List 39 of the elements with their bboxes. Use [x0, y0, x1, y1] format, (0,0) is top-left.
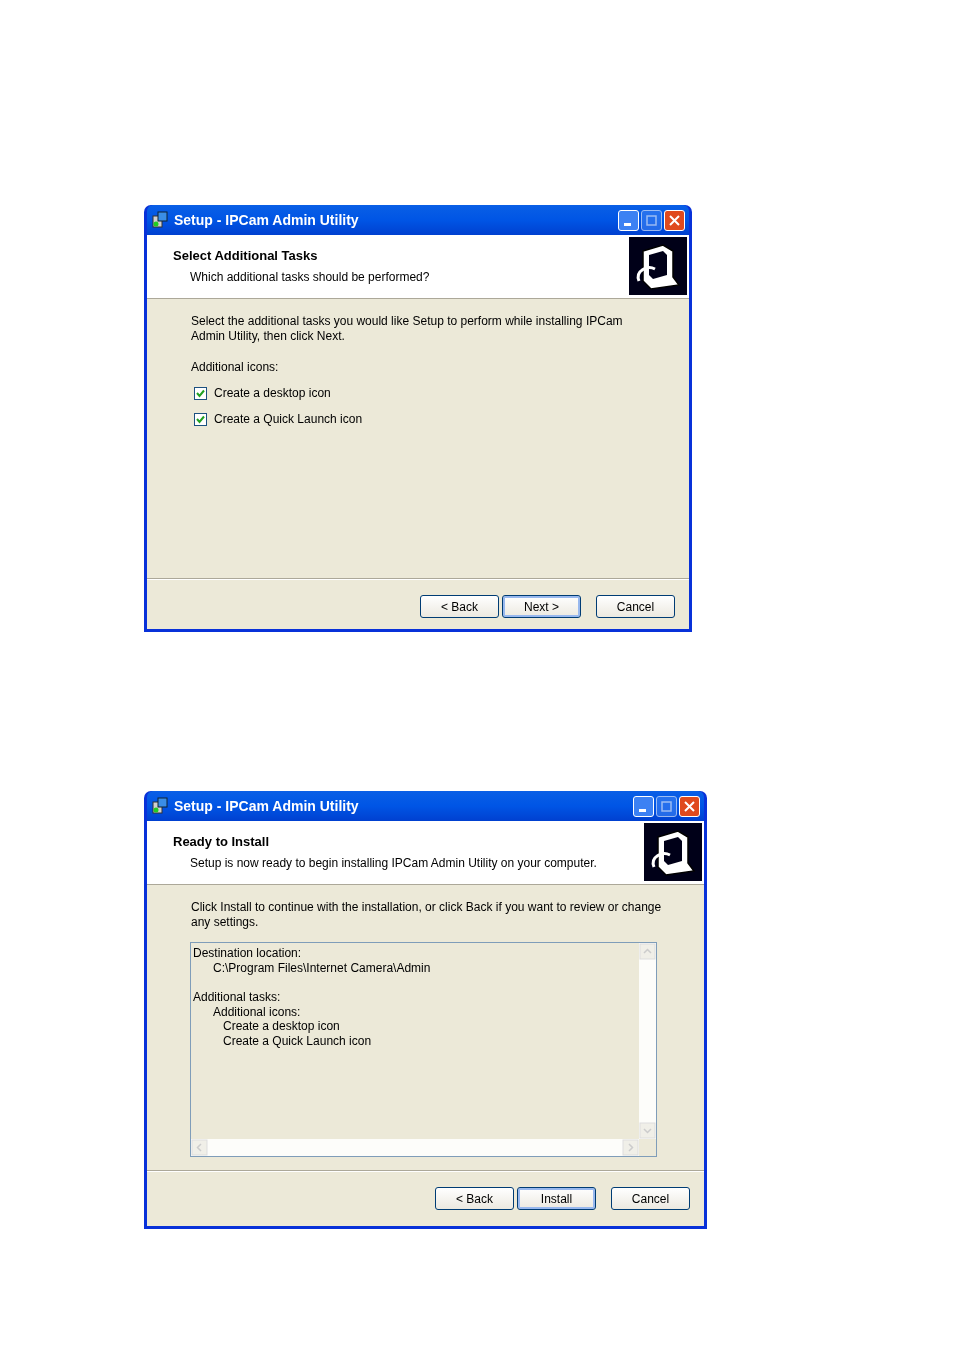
dialog-button[interactable]: Cancel — [596, 595, 675, 618]
page-heading: Select Additional Tasks — [173, 247, 319, 265]
close-button[interactable] — [664, 209, 685, 231]
checkbox-label[interactable]: Create a desktop icon — [214, 384, 331, 402]
checkbox-label[interactable]: Create a Quick Launch icon — [214, 410, 363, 428]
window-title: Setup - IPCam Admin Utility — [174, 796, 360, 816]
maximize-icon — [661, 800, 672, 812]
close-icon — [669, 214, 680, 226]
summary-line: C:\Program Files\Internet Camera\Admin — [212, 960, 432, 975]
checkbox[interactable] — [194, 386, 207, 400]
minimize-button[interactable] — [618, 209, 639, 231]
dialog-button[interactable]: < Back — [420, 595, 499, 618]
checkbox[interactable] — [194, 412, 207, 426]
page-subheading: Which additional tasks should be performed? — [189, 268, 430, 286]
maximize-button[interactable] — [641, 209, 662, 231]
maximize-icon — [646, 214, 657, 226]
summary-line: Additional tasks: — [192, 990, 282, 1005]
minimize-button[interactable] — [633, 795, 654, 817]
summary-line: Additional icons: — [212, 1004, 302, 1019]
summary-line: Destination location: — [192, 946, 303, 961]
group-label: Additional icons: — [191, 359, 280, 376]
summary-line: Create a Quick Launch icon — [222, 1033, 373, 1048]
instruction-text: Click Install to continue with the installation, or click Back if you want to review or change any settings. — [191, 900, 663, 930]
dialog-button[interactable]: < Back — [435, 1187, 514, 1210]
minimize-icon — [623, 223, 631, 226]
page-heading: Ready to Install — [173, 833, 271, 851]
page-subheading: Setup is now ready to begin installing IPCam Admin Utility on your computer. — [189, 854, 597, 872]
window-title: Setup - IPCam Admin Utility — [174, 210, 360, 230]
close-button[interactable] — [679, 795, 700, 817]
setup-icon — [151, 211, 169, 229]
minimize-icon — [638, 809, 646, 812]
dialog-button[interactable]: Install — [517, 1187, 596, 1210]
instruction-text: Select the additional tasks you would like Setup to perform while installing IPCam Admin Utility, then click Next. — [191, 314, 624, 344]
maximize-button[interactable] — [656, 795, 677, 817]
dialog-button[interactable]: Cancel — [611, 1187, 690, 1210]
close-icon — [684, 800, 695, 812]
summary-line: Create a desktop icon — [222, 1019, 341, 1034]
setup-icon — [151, 797, 169, 815]
dialog-button[interactable]: Next > — [502, 595, 581, 618]
